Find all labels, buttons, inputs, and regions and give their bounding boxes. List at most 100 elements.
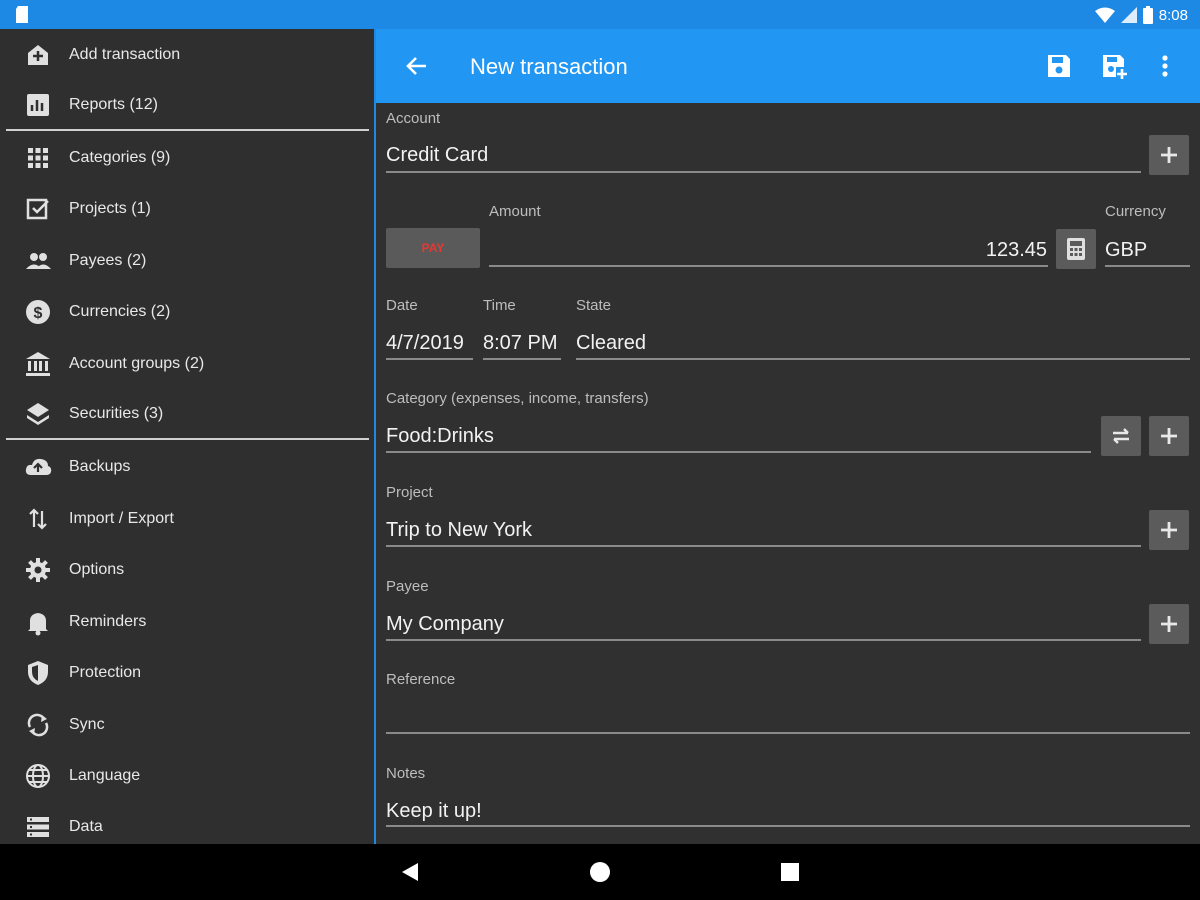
state-label: State (576, 297, 612, 314)
calculator-button[interactable] (1056, 229, 1096, 269)
sidebar-item-add-transaction[interactable]: Add transaction (0, 30, 374, 80)
sidebar-item-label: Import / Export (69, 510, 174, 527)
navigation-drawer: Add transaction Reports (12) Categories … (0, 29, 374, 844)
sidebar-item-label: Projects (1) (69, 200, 151, 217)
sidebar-item-data[interactable]: Data (0, 802, 374, 844)
sidebar-item-language[interactable]: Language (0, 751, 374, 801)
save-icon[interactable] (1044, 51, 1074, 81)
notes-value[interactable]: Keep it up! (386, 800, 482, 823)
nav-back-icon[interactable] (398, 860, 422, 884)
layers-icon (27, 403, 49, 425)
status-bar: 8:08 (0, 0, 1200, 29)
sidebar-item-projects[interactable]: Projects (1) (0, 184, 374, 234)
sidebar-item-backups[interactable]: Backups (0, 442, 374, 492)
currency-value[interactable]: GBP (1105, 239, 1147, 262)
sidebar-item-options[interactable]: Options (0, 545, 374, 595)
nav-recents-icon[interactable] (778, 860, 802, 884)
reference-label: Reference (386, 671, 456, 688)
gear-icon (26, 558, 50, 582)
sidebar-item-reports[interactable]: Reports (12) (0, 80, 374, 130)
grid-icon (28, 148, 48, 168)
sidebar-item-label: Securities (3) (69, 405, 164, 422)
sync-icon (27, 713, 49, 737)
calculator-icon (1067, 238, 1085, 260)
date-underline (386, 358, 473, 360)
svg-text:$: $ (34, 305, 43, 322)
nav-home-icon[interactable] (588, 860, 612, 884)
sidebar-item-import-export[interactable]: Import / Export (0, 494, 374, 544)
sidebar-item-reminders[interactable]: Reminders (0, 597, 374, 647)
sidebar-item-account-groups[interactable]: Account groups (2) (0, 339, 374, 389)
project-value[interactable]: Trip to New York (386, 519, 532, 542)
sidebar-item-protection[interactable]: Protection (0, 648, 374, 698)
people-icon (26, 253, 51, 269)
add-project-button[interactable] (1149, 510, 1189, 550)
sidebar-item-payees[interactable]: Payees (2) (0, 236, 374, 286)
time-label: Time (483, 297, 516, 314)
shield-icon (28, 661, 48, 685)
state-value[interactable]: Cleared (576, 332, 646, 355)
import-export-icon (29, 508, 47, 530)
account-underline (386, 171, 1141, 173)
sidebar-item-label: Add transaction (69, 46, 181, 63)
sidebar-divider (6, 438, 369, 440)
sidebar-item-categories[interactable]: Categories (9) (0, 133, 374, 183)
sidebar-item-label: Protection (69, 664, 142, 681)
sidebar-item-label: Reminders (69, 613, 147, 630)
battery-icon (1142, 6, 1153, 24)
category-value[interactable]: Food:Drinks (386, 425, 494, 448)
app-bar: New transaction (376, 29, 1200, 103)
category-label: Category (expenses, income, transfers) (386, 390, 649, 407)
wifi-icon (1094, 7, 1115, 23)
sidebar-item-label: Payees (2) (69, 252, 147, 269)
save-and-new-icon[interactable] (1100, 51, 1130, 81)
date-label: Date (386, 297, 418, 314)
state-underline (576, 358, 1190, 360)
sidebar-item-label: Categories (9) (69, 149, 171, 166)
checkbox-icon (26, 198, 49, 220)
globe-icon (26, 764, 50, 788)
plus-icon (1161, 147, 1177, 163)
sd-card-icon (16, 6, 28, 23)
add-payee-button[interactable] (1149, 604, 1189, 644)
list-icon (27, 817, 49, 837)
account-label: Account (386, 110, 441, 127)
add-account-button[interactable] (1149, 135, 1189, 175)
sidebar-item-sync[interactable]: Sync (0, 700, 374, 750)
reports-icon (27, 94, 49, 116)
page-title: New transaction (470, 54, 628, 79)
project-label: Project (386, 484, 433, 501)
plus-icon (1161, 522, 1177, 538)
currency-label: Currency (1105, 203, 1166, 220)
sidebar-item-label: Currencies (2) (69, 303, 171, 320)
sidebar-item-currencies[interactable]: $ Currencies (2) (0, 287, 374, 337)
bank-icon (26, 352, 50, 376)
back-arrow-icon[interactable] (402, 51, 432, 81)
sidebar-item-securities[interactable]: Securities (3) (0, 389, 374, 439)
sidebar-item-label: Language (69, 767, 141, 784)
amount-label: Amount (489, 203, 541, 220)
cloud-upload-icon (25, 458, 52, 475)
sidebar-item-label: Sync (69, 716, 105, 733)
transfer-swap-button[interactable] (1101, 416, 1141, 456)
pay-toggle-button[interactable]: PAY (386, 228, 480, 268)
more-options-icon[interactable] (1150, 51, 1180, 81)
account-value[interactable]: Credit Card (386, 144, 488, 167)
signal-icon (1120, 7, 1137, 23)
sidebar-divider (6, 129, 369, 131)
notes-label: Notes (386, 765, 426, 782)
plus-icon (1161, 428, 1177, 444)
amount-value[interactable]: 123.45 (986, 239, 1047, 262)
sidebar-item-label: Backups (69, 458, 131, 475)
add-category-button[interactable] (1149, 416, 1189, 456)
transaction-form: Account Credit Card Amount Currency PAY … (376, 103, 1200, 844)
amount-underline (489, 265, 1048, 267)
sidebar-item-label: Reports (12) (69, 96, 158, 113)
date-value[interactable]: 4/7/2019 (386, 332, 464, 355)
notes-underline (386, 825, 1190, 827)
sidebar-item-label: Data (69, 818, 103, 835)
payee-value[interactable]: My Company (386, 613, 504, 636)
time-value[interactable]: 8:07 PM (483, 332, 557, 355)
currency-underline (1105, 265, 1190, 267)
payee-underline (386, 639, 1141, 641)
